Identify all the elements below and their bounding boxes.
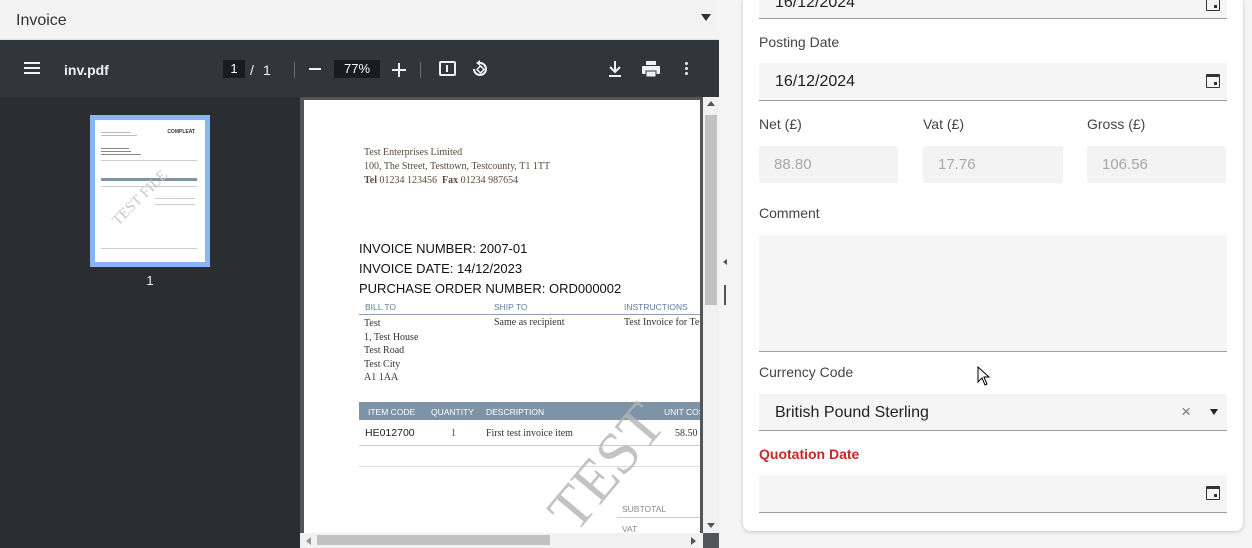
- company-name: Test Enterprises Limited: [364, 147, 463, 158]
- gross-label: Gross (£): [1087, 116, 1146, 132]
- scroll-right-icon[interactable]: [691, 537, 696, 545]
- row-quantity: 1: [451, 428, 456, 439]
- currency-code-select[interactable]: British Pound Sterling ×: [759, 394, 1227, 431]
- subtotal-label: SUBTOTAL: [622, 504, 667, 514]
- total-pages: 1: [263, 62, 271, 78]
- bill-to-address: Test 1, Test House Test Road Test City A…: [364, 318, 419, 383]
- calendar-icon[interactable]: [1206, 0, 1220, 11]
- vat-label: Vat (£): [923, 116, 964, 132]
- invoice-number: INVOICE NUMBER: 2007-01: [359, 241, 528, 256]
- chevron-down-icon[interactable]: [1210, 409, 1218, 415]
- panel-splitter[interactable]: [719, 0, 743, 548]
- scroll-left-icon[interactable]: [306, 537, 311, 545]
- print-icon[interactable]: [641, 60, 661, 78]
- calendar-icon[interactable]: [1206, 74, 1220, 88]
- document-type-select[interactable]: Invoice: [0, 0, 719, 40]
- instructions-value: Test Invoice for Te: [624, 317, 700, 328]
- row-description: First test invoice item: [486, 428, 573, 439]
- zoom-level-input[interactable]: 77%: [334, 60, 380, 78]
- bill-to-label: BILL TO: [365, 302, 397, 312]
- splitter-handle[interactable]: [724, 285, 726, 305]
- col-unit-cost: UNIT COS: [664, 407, 700, 417]
- company-contact: Tel 01234 123456 Fax 01234 987654: [364, 175, 519, 186]
- col-description: DESCRIPTION: [486, 407, 545, 417]
- mouse-cursor-icon: [977, 366, 991, 386]
- scroll-up-icon[interactable]: [707, 101, 715, 106]
- quotation-date-field[interactable]: [759, 475, 1227, 513]
- pdf-viewer-body: COMPLEAT TEST FILE 1 Test Enterprises Li…: [0, 97, 719, 548]
- thumb-logo: COMPLEAT: [167, 129, 195, 135]
- download-icon[interactable]: [607, 60, 623, 78]
- ship-to-label: SHIP TO: [494, 302, 528, 312]
- invoice-form: 16/12/2024 Posting Date 16/12/2024 Net (…: [743, 0, 1243, 531]
- page-separator: /: [250, 62, 254, 78]
- top-date-field[interactable]: 16/12/2024: [759, 0, 1227, 19]
- thumbnail-sidebar: COMPLEAT TEST FILE 1: [0, 97, 300, 548]
- col-quantity: QUANTITY: [431, 407, 474, 417]
- calendar-icon[interactable]: [1206, 486, 1220, 500]
- document-type-label: Invoice: [16, 12, 67, 29]
- comment-textarea[interactable]: [759, 235, 1227, 352]
- invoice-date: INVOICE DATE: 14/12/2023: [359, 261, 523, 276]
- scroll-down-icon[interactable]: [707, 523, 715, 528]
- instructions-label: INSTRUCTIONS: [624, 302, 688, 312]
- more-options-icon[interactable]: [685, 62, 688, 76]
- zoom-out-icon[interactable]: [309, 68, 321, 70]
- company-address: 100, The Street, Testtown, Testcounty, T…: [364, 161, 551, 172]
- vertical-scroll-thumb[interactable]: [705, 115, 717, 305]
- posting-date-field[interactable]: 16/12/2024: [759, 63, 1227, 101]
- comment-label: Comment: [759, 205, 820, 221]
- horizontal-scroll-thumb[interactable]: [317, 535, 550, 545]
- zoom-in-icon[interactable]: [392, 63, 406, 77]
- collapse-arrow-icon[interactable]: [723, 259, 727, 265]
- dropdown-arrow-icon[interactable]: [701, 14, 711, 21]
- clear-icon[interactable]: ×: [1181, 402, 1191, 422]
- col-item-code: ITEM CODE: [368, 407, 416, 417]
- purchase-order-number: PURCHASE ORDER NUMBER: ORD000002: [359, 281, 622, 296]
- pdf-page: Test Enterprises Limited 100, The Street…: [304, 100, 700, 548]
- thumbnail-page-number: 1: [146, 273, 154, 288]
- row-item-code: HE012700: [365, 427, 415, 439]
- posting-date-label: Posting Date: [759, 34, 840, 50]
- ship-to-value: Same as recipient: [494, 317, 565, 328]
- fit-page-icon[interactable]: [439, 61, 456, 76]
- gross-field: 106.56: [1087, 146, 1226, 183]
- quotation-date-label: Quotation Date: [759, 446, 860, 462]
- rotate-icon[interactable]: [471, 60, 489, 78]
- net-field: 88.80: [759, 146, 898, 183]
- pdf-toolbar: inv.pdf 1 / 1 77%: [0, 40, 719, 97]
- pdf-file-name: inv.pdf: [64, 62, 109, 78]
- menu-icon[interactable]: [24, 62, 40, 76]
- vertical-scrollbar[interactable]: [703, 97, 719, 533]
- horizontal-scrollbar[interactable]: [300, 533, 703, 548]
- net-label: Net (£): [759, 116, 802, 132]
- page-number-input[interactable]: 1: [223, 60, 245, 78]
- page-thumbnail[interactable]: COMPLEAT TEST FILE: [90, 115, 210, 267]
- vat-field: 17.76: [923, 146, 1063, 183]
- currency-code-label: Currency Code: [759, 364, 854, 380]
